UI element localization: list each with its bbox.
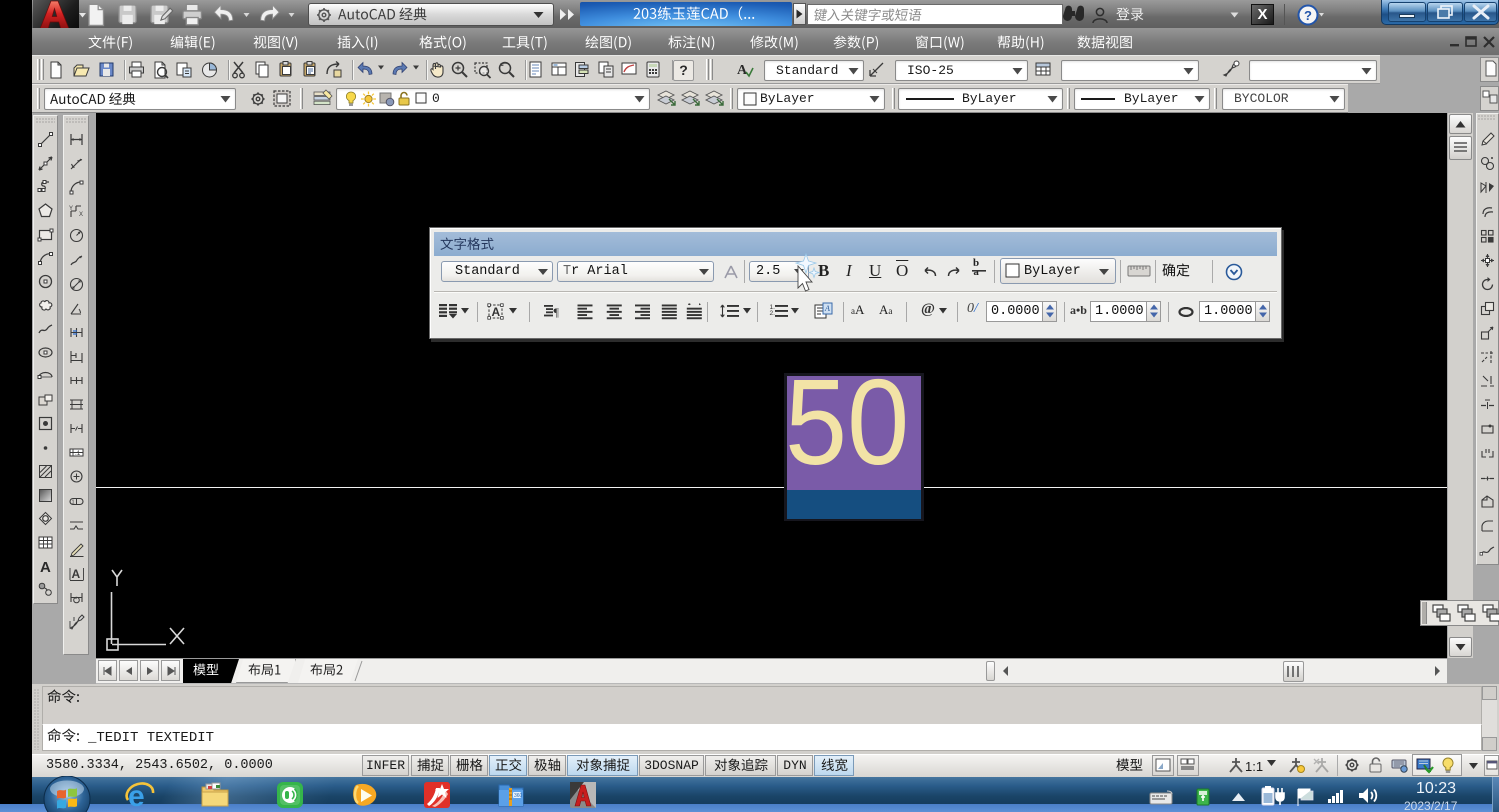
svg-text:1: 1 bbox=[71, 499, 74, 505]
svg-text:A: A bbox=[40, 559, 51, 575]
svg-text:A: A bbox=[824, 304, 830, 313]
svg-text:2.: 2. bbox=[770, 310, 776, 317]
svg-text:.1: .1 bbox=[75, 450, 81, 457]
svg-text:Y: Y bbox=[69, 206, 73, 212]
svg-text:¶: ¶ bbox=[554, 305, 560, 319]
svg-text:X: X bbox=[79, 212, 83, 218]
svg-text:A: A bbox=[71, 567, 80, 581]
svg-text:A: A bbox=[492, 305, 501, 319]
svg-text:360: 360 bbox=[514, 793, 523, 799]
svg-text:A: A bbox=[737, 63, 748, 78]
svg-text:?: ? bbox=[1304, 8, 1312, 23]
